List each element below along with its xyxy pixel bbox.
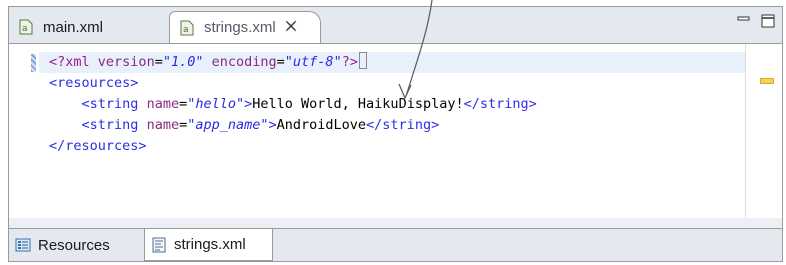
code-line-5[interactable]: </resources>	[39, 136, 746, 157]
string-close-tag: </string>	[463, 96, 537, 112]
editor-gutter	[9, 44, 37, 228]
string-content: Hello World, HaikuDisplay!	[252, 96, 464, 112]
tab-strings-source[interactable]: strings.xml	[145, 229, 273, 261]
xml-file-icon: a	[19, 19, 33, 35]
xml-file-icon: a	[180, 20, 194, 36]
attr-version: version	[97, 54, 155, 70]
tab-strings-source-label: strings.xml	[174, 236, 246, 253]
equals: =	[276, 54, 285, 70]
equals: =	[179, 96, 188, 112]
resources-open-tag: <resources>	[49, 75, 139, 91]
tab-resources[interactable]: Resources	[9, 229, 145, 261]
code-line-1[interactable]: <?xml version="1.0" encoding="utf-8"?>	[39, 52, 746, 73]
tab-resources-label: Resources	[38, 236, 110, 254]
tag-close-bracket: >	[268, 117, 277, 133]
attr-name: name	[146, 117, 180, 133]
text-cursor	[358, 52, 367, 69]
tab-strings-label: strings.xml	[204, 19, 276, 36]
string-content: AndroidLove	[276, 117, 367, 133]
attr-name: name	[146, 96, 180, 112]
code-line-2[interactable]: <resources>	[39, 73, 746, 94]
editor-tab-bar: a main.xml a strings.xml	[9, 7, 782, 43]
string-close-tag: </string>	[366, 117, 440, 133]
equals: =	[179, 117, 188, 133]
svg-text:a: a	[22, 24, 28, 34]
value-name: "hello"	[187, 96, 245, 112]
resources-form-icon	[15, 237, 31, 253]
current-line-marker	[31, 54, 36, 72]
tab-main-label: main.xml	[43, 18, 104, 36]
resources-close-tag: </resources>	[49, 138, 147, 154]
value-encoding: "utf-8"	[284, 54, 342, 70]
tab-strings-xml[interactable]: a strings.xml	[169, 11, 321, 43]
string-open-tag: <string	[81, 117, 139, 133]
string-open-tag: <string	[81, 96, 139, 112]
code-area[interactable]: <?xml version="1.0" encoding="utf-8"?> <…	[39, 52, 746, 228]
source-file-icon	[151, 237, 167, 253]
attr-encoding: encoding	[211, 54, 277, 70]
occurrence-marker[interactable]	[760, 78, 774, 84]
close-icon[interactable]	[284, 19, 298, 37]
xml-editor: a main.xml a strings.xml <?xml version="…	[8, 6, 783, 262]
editor-body[interactable]: <?xml version="1.0" encoding="utf-8"?> <…	[9, 43, 782, 228]
code-line-4[interactable]: <string name="app_name">AndroidLove</str…	[39, 115, 746, 136]
pi-target: xml	[65, 54, 90, 70]
equals: =	[154, 54, 163, 70]
horizontal-scrollbar[interactable]	[9, 218, 782, 228]
pi-open: <?	[49, 54, 66, 70]
value-version: "1.0"	[162, 54, 204, 70]
editor-page-tabs: Resources strings.xml	[9, 228, 782, 261]
code-line-3[interactable]: <string name="hello">Hello World, HaikuD…	[39, 94, 746, 115]
value-name: "app_name"	[187, 117, 269, 133]
pi-close: ?>	[341, 54, 358, 70]
overview-ruler[interactable]	[745, 44, 782, 228]
svg-text:a: a	[183, 25, 189, 35]
maximize-icon[interactable]	[760, 13, 776, 29]
window-controls	[736, 13, 776, 29]
tab-main-xml[interactable]: a main.xml	[11, 11, 171, 43]
minimize-icon[interactable]	[736, 13, 752, 29]
